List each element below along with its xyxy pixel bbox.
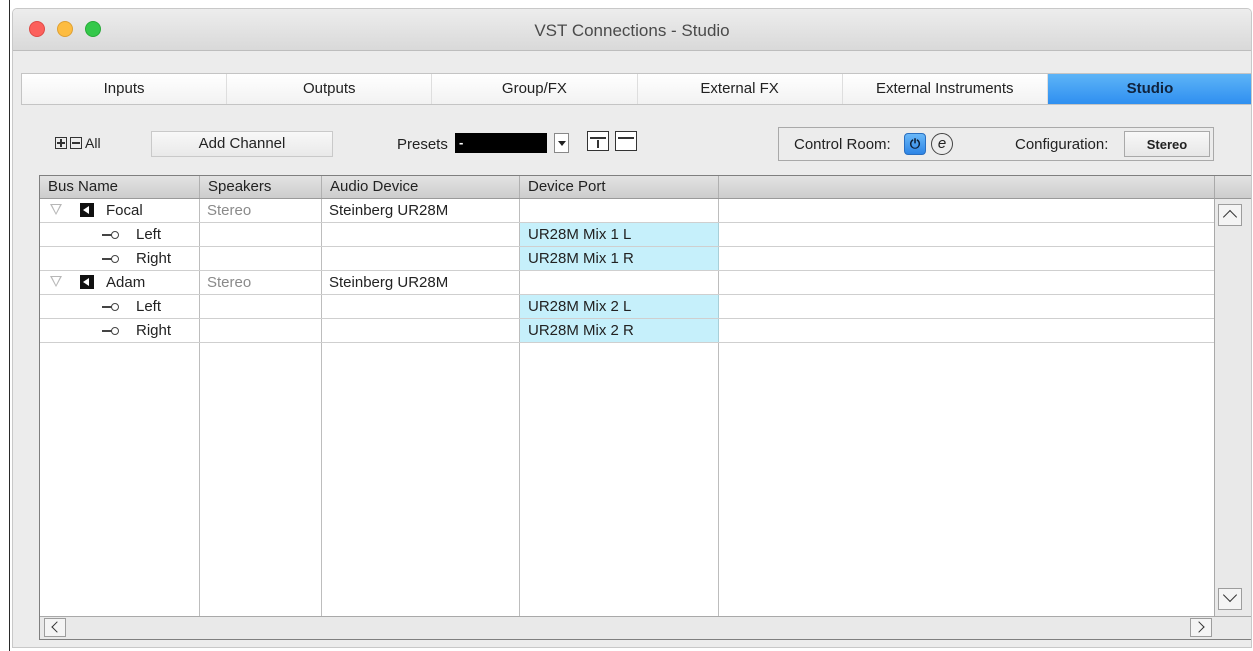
chevron-down-icon — [1222, 587, 1238, 603]
vst-connections-window: VST Connections - Studio Inputs Outputs … — [12, 8, 1252, 648]
tab-bar: Inputs Outputs Group/FX External FX Exte… — [21, 73, 1251, 105]
control-room-group: Control Room: ⏻ e Configuration: Stereo — [778, 127, 1214, 161]
add-channel-button[interactable]: Add Channel — [151, 131, 333, 157]
device-port-value[interactable]: UR28M Mix 1 R — [520, 247, 719, 270]
disclosure-triangle-icon[interactable] — [50, 276, 62, 287]
expand-all-icon[interactable] — [55, 137, 67, 149]
audio-device-value[interactable]: Steinberg UR28M — [329, 199, 448, 222]
channel-port-icon — [102, 327, 119, 334]
chevron-up-icon — [1222, 209, 1238, 225]
channel-name: Right — [136, 322, 172, 339]
tab-group-fx[interactable]: Group/FX — [432, 74, 638, 104]
column-header-device-port[interactable]: Device Port — [520, 176, 719, 198]
presets-label: Presets — [397, 136, 448, 153]
speakers-value[interactable]: Stereo — [207, 199, 251, 222]
channel-port-icon — [102, 231, 119, 238]
store-preset-icon[interactable] — [587, 131, 609, 151]
disclosure-triangle-icon[interactable] — [50, 204, 62, 215]
control-room-power-icon[interactable]: ⏻ — [904, 133, 926, 155]
speaker-icon — [80, 203, 94, 217]
presets-dropdown-icon[interactable] — [554, 133, 569, 153]
scroll-down-button[interactable] — [1218, 587, 1242, 610]
scroll-up-button[interactable] — [1218, 204, 1242, 226]
column-header-speakers[interactable]: Speakers — [200, 176, 322, 198]
table-row[interactable]: Right UR28M Mix 1 R — [40, 247, 1214, 271]
toolbar: All Add Channel Presets - Control Room: … — [21, 127, 1251, 167]
channel-name: Left — [136, 298, 162, 315]
device-port-value[interactable]: UR28M Mix 1 L — [520, 223, 719, 246]
channel-port-icon — [102, 303, 119, 310]
collapse-all-icon[interactable] — [70, 137, 82, 149]
scroll-left-button[interactable] — [44, 618, 66, 637]
bus-name: Adam — [106, 274, 146, 291]
remove-preset-icon[interactable] — [615, 131, 637, 151]
table-row[interactable]: Focal Stereo Steinberg UR28M — [40, 199, 1214, 223]
chevron-right-icon — [1193, 621, 1205, 633]
device-port-value[interactable]: UR28M Mix 2 R — [520, 319, 719, 342]
vertical-scrollbar[interactable] — [1214, 176, 1251, 616]
channel-name: Left — [136, 226, 162, 243]
title-bar: VST Connections - Studio — [13, 9, 1251, 51]
column-header-bus-name[interactable]: Bus Name — [40, 176, 200, 198]
tab-studio[interactable]: Studio — [1047, 74, 1251, 104]
all-label: All — [85, 135, 101, 151]
column-header-audio-device[interactable]: Audio Device — [322, 176, 520, 198]
speaker-icon — [80, 275, 94, 289]
tab-inputs[interactable]: Inputs — [22, 74, 228, 104]
window-title: VST Connections - Studio — [534, 21, 730, 40]
table-row[interactable]: Adam Stereo Steinberg UR28M — [40, 271, 1214, 295]
presets-field[interactable]: - — [455, 133, 547, 153]
expand-collapse-all: All — [55, 135, 101, 151]
table-header: Bus Name Speakers Audio Device Device Po… — [40, 176, 1214, 199]
table-row[interactable]: Right UR28M Mix 2 R — [40, 319, 1214, 343]
control-room-external-icon[interactable]: e — [931, 133, 953, 155]
tab-external-fx[interactable]: External FX — [637, 74, 843, 104]
vertical-scrollbar-header — [1214, 176, 1251, 199]
tab-external-instruments[interactable]: External Instruments — [842, 74, 1048, 104]
scroll-right-button[interactable] — [1190, 618, 1212, 637]
audio-device-value[interactable]: Steinberg UR28M — [329, 271, 448, 294]
channel-port-icon — [102, 255, 119, 262]
left-edge-strip — [0, 0, 10, 651]
configuration-label: Configuration: — [1015, 136, 1109, 153]
table-row[interactable]: Left UR28M Mix 2 L — [40, 295, 1214, 319]
table-row[interactable]: Left UR28M Mix 1 L — [40, 223, 1214, 247]
channel-name: Right — [136, 250, 172, 267]
chevron-left-icon — [51, 621, 63, 633]
tab-outputs[interactable]: Outputs — [227, 74, 433, 104]
configuration-select[interactable]: Stereo — [1124, 131, 1210, 157]
bus-name: Focal — [106, 202, 143, 219]
control-room-label: Control Room: — [794, 136, 891, 153]
device-port-value[interactable]: UR28M Mix 2 L — [520, 295, 719, 318]
speakers-value[interactable]: Stereo — [207, 271, 251, 294]
connections-table: Bus Name Speakers Audio Device Device Po… — [39, 175, 1251, 640]
horizontal-scrollbar[interactable] — [40, 616, 1251, 639]
